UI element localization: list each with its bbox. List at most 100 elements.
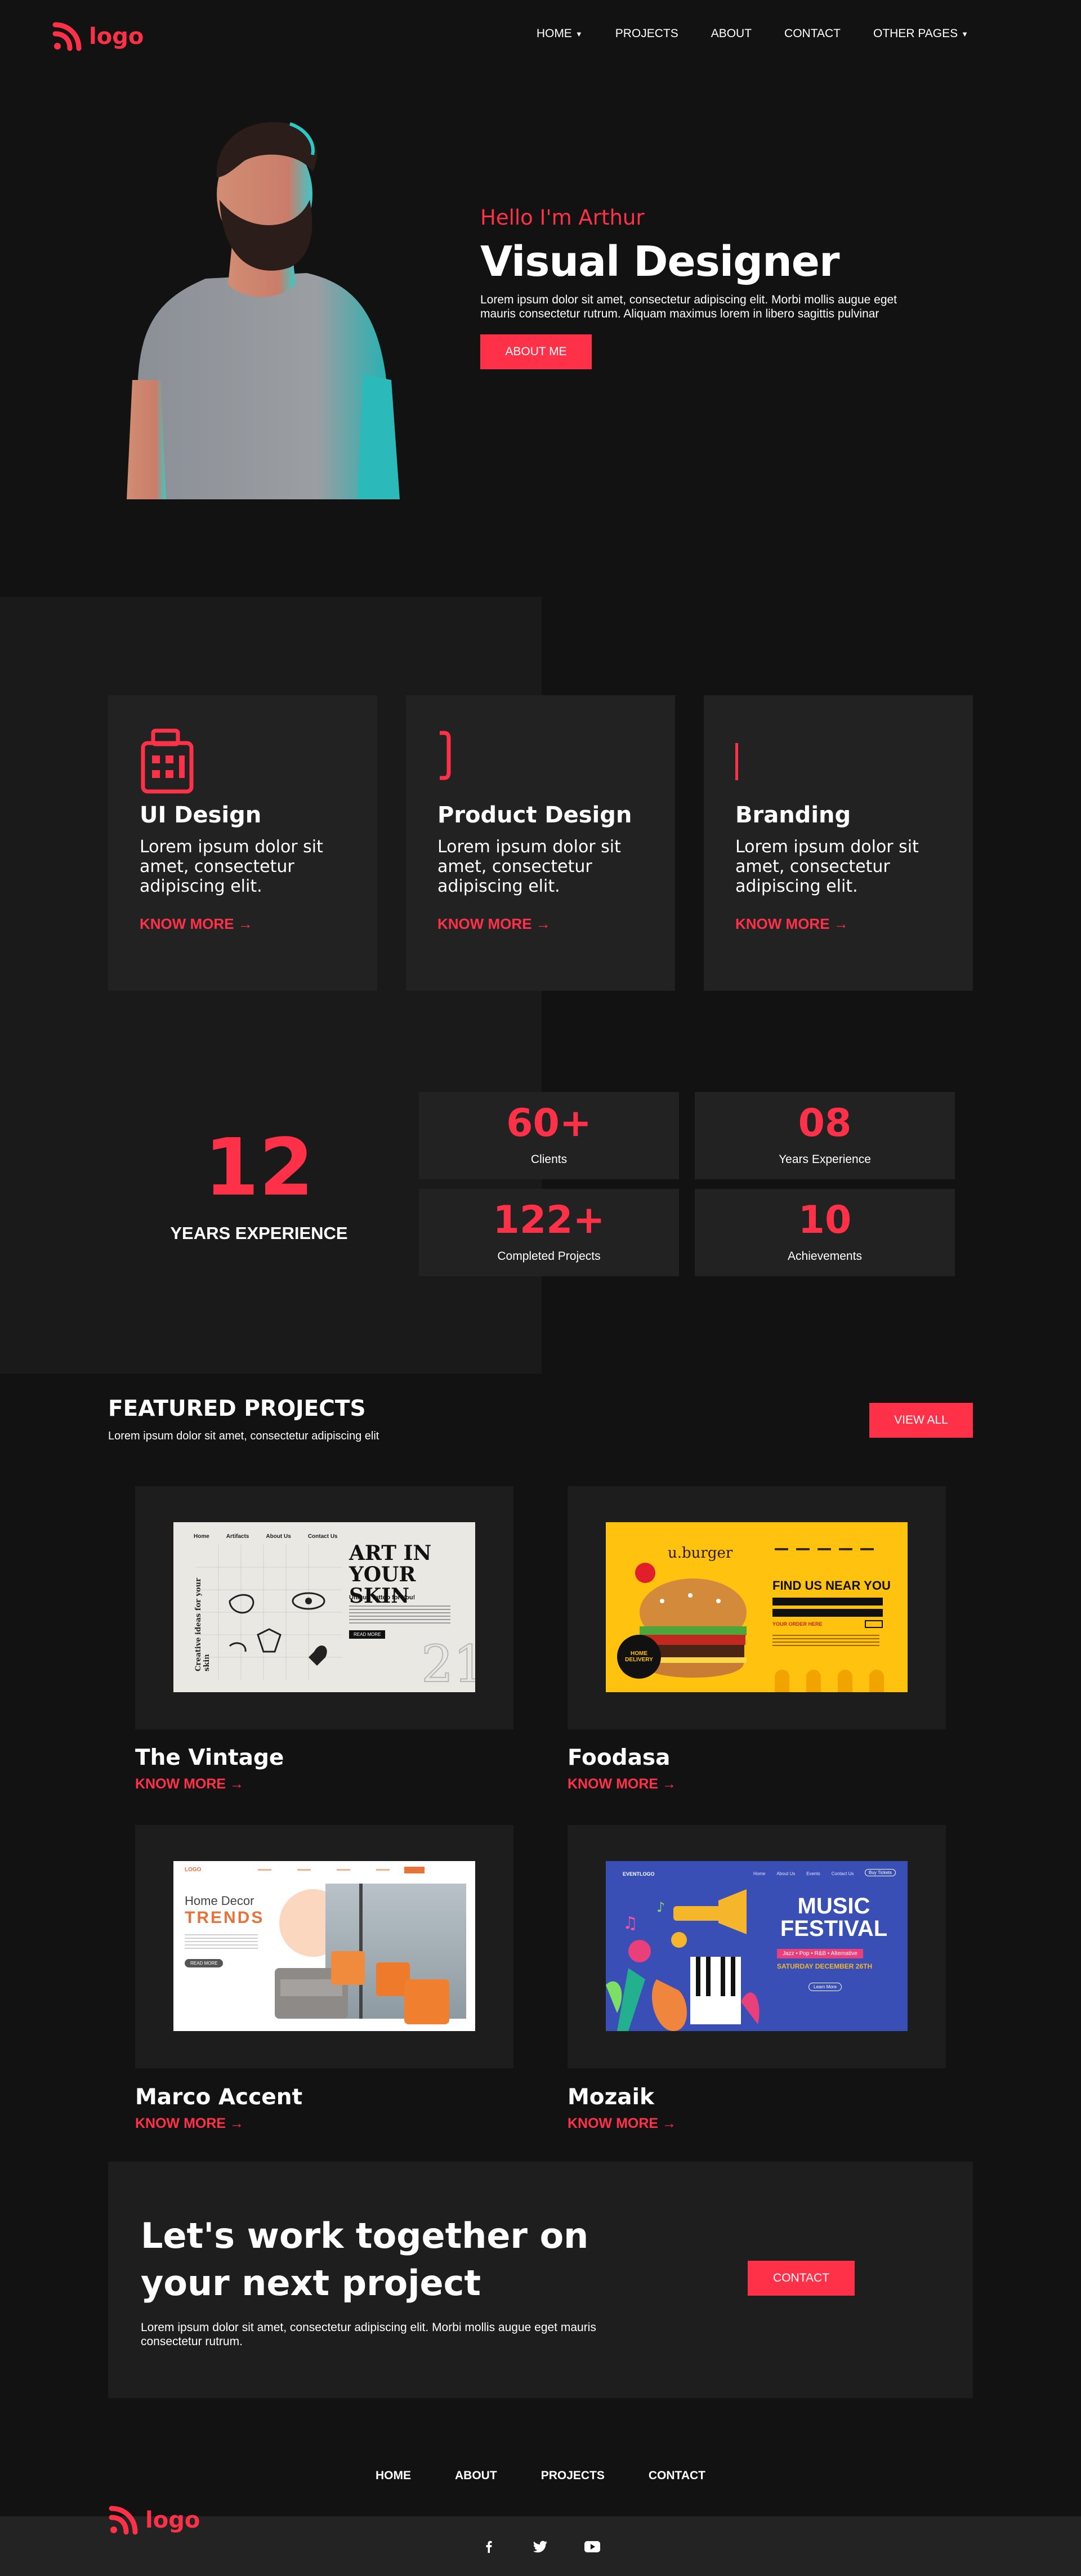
bracket-icon [437,726,644,794]
nav-contact-label: CONTACT [784,27,841,40]
nav-other-pages[interactable]: OTHER PAGES ▼ [873,27,968,41]
hero-portrait [127,122,400,499]
twitter-icon[interactable] [533,2539,548,2555]
thumb-nav [258,1869,390,1871]
thumb-button: READ MORE [349,1630,386,1639]
footer-link-contact[interactable]: CONTACT [649,2469,705,2483]
know-more-link[interactable]: KNOW MORE → [437,915,644,933]
nav-home-label: HOME [536,27,572,40]
service-description: Lorem ipsum dolor sit amet, consectetur … [437,837,621,896]
project-card-foodasa[interactable]: u.burger HOME DELIVERY FIND US NEAR YOU … [568,1486,946,1729]
hero-greeting: Hello I'm Arthur [480,205,645,230]
stat-label: Completed Projects [497,1250,601,1263]
footer-logo[interactable]: logo [108,2505,200,2535]
nav-projects-label: PROJECTS [615,27,678,40]
project-title: The Vintage [135,1745,284,1770]
project-card-marco-accent[interactable]: LOGO Home Decor TRENDS READ MORE [135,1825,513,2068]
thumb-text-lines [349,1605,450,1625]
service-title: UI Design [140,802,262,828]
thumb-input [772,1598,883,1605]
nav-about[interactable]: ABOUT [711,27,752,41]
calculator-icon [140,726,346,794]
thumb-line1: Home Decor [185,1894,254,1908]
stat-label: Clients [530,1153,568,1166]
svg-text:♪: ♪ [656,1899,665,1915]
know-more-link[interactable]: KNOW MORE → [568,2116,676,2132]
service-card-ui-design: UI Design Lorem ipsum dolor sit amet, co… [108,695,377,991]
thumb-button [404,1867,425,1873]
thumb-brand: EVENTLOGO [623,1871,655,1877]
thumb-heading: FIND US NEAR YOU [772,1578,891,1593]
instruments-icon: ♫ ♪ [606,1889,760,2031]
thumb-line2: TRENDS [185,1908,265,1927]
footer-link-about[interactable]: ABOUT [455,2469,497,2483]
thumb-text-lines [185,1934,258,1951]
experience-number: 12 [204,1122,314,1214]
project-title: Marco Accent [135,2085,303,2110]
stat-label: Achievements [788,1250,862,1263]
footer-link-projects[interactable]: PROJECTS [541,2469,605,2483]
cta-description: Lorem ipsum dolor sit amet, consectetur … [141,2321,596,2348]
thumb-cta: YOUR ORDER HERE [772,1621,823,1627]
thumb-learn-more: Learn More [808,1983,842,1991]
cta-title: Let's work together on your next project [141,2215,589,2304]
nav-contact[interactable]: CONTACT [784,27,841,41]
facebook-icon[interactable] [481,2539,497,2555]
thumb-brand: u.burger [668,1545,733,1562]
thumb-nav-item: Artifacts [226,1533,249,1540]
stat-value: 60+ [506,1101,592,1146]
thumb-nav-item: About Us [776,1871,796,1876]
project-title: Mozaik [568,2085,654,2110]
thumb-text-lines [772,1635,879,1648]
footer-nav: HOME ABOUT PROJECTS CONTACT [0,2469,1081,2483]
thumb-title: FESTIVAL [780,1916,888,1941]
stat-projects: 122+ Completed Projects [419,1189,679,1276]
project-thumbnail: u.burger HOME DELIVERY FIND US NEAR YOU … [606,1522,908,1692]
hero-description: Lorem ipsum dolor sit amet, consectetur … [480,293,897,320]
footer-link-home[interactable]: HOME [376,2469,411,2483]
thumb-brand: LOGO [185,1867,202,1873]
project-card-mozaik[interactable]: EVENTLOGO Home About Us Events Contact U… [568,1825,946,2068]
caret-down-icon: ▼ [961,29,968,38]
sofa-icon [275,1951,449,2024]
know-more-link[interactable]: KNOW MORE → [135,2116,244,2132]
contact-button[interactable]: CONTACT [748,2261,855,2296]
view-all-button[interactable]: VIEW ALL [869,1403,973,1438]
caret-down-icon: ▼ [575,29,583,38]
nav-home[interactable]: HOME ▼ [537,27,583,41]
thumb-nav-item: About Us [266,1533,291,1540]
logo-icon [109,2506,138,2535]
thumb-nav [775,1548,874,1550]
logo-text: logo [145,2507,200,2533]
service-description: Lorem ipsum dolor sit amet, consectetur … [735,837,919,896]
logo-icon [52,22,82,51]
about-me-button[interactable]: ABOUT ME [480,334,592,369]
thumb-genres: Jazz • Pop • R&B • Alternative [777,1949,863,1958]
line-icon [735,726,941,794]
know-more-link[interactable]: KNOW MORE → [140,915,346,933]
social-links [0,2539,1081,2555]
header-logo[interactable]: logo [52,21,144,52]
thumb-badge: HOME DELIVERY [617,1635,661,1679]
thumb-button: Buy Tickets [865,1869,896,1876]
site-header: logo HOME ▼ PROJECTS ABOUT CONTACT OTHER … [0,0,1081,73]
project-thumbnail: Home Artifacts About Us Contact Us Creat… [173,1522,475,1692]
nav-projects[interactable]: PROJECTS [615,27,678,41]
youtube-icon[interactable] [584,2539,600,2555]
thumb-read-more: READ MORE [185,1959,224,1967]
thumb-nav-item: Events [806,1871,820,1876]
thumb-nav-item: Home [194,1533,209,1540]
service-title: Branding [735,802,851,828]
stat-clients: 60+ Clients [419,1092,679,1179]
know-more-link[interactable]: KNOW MORE → [735,915,941,933]
project-card-vintage[interactable]: Home Artifacts About Us Contact Us Creat… [135,1486,513,1729]
know-more-link[interactable]: KNOW MORE → [568,1776,676,1792]
thumb-title: MUSIC [797,1894,870,1918]
stat-label: Years Experience [779,1153,871,1166]
thumb-date: SATURDAY DECEMBER 26TH [777,1962,873,1970]
know-more-link[interactable]: KNOW MORE → [135,1776,244,1792]
svg-text:♫: ♫ [623,1913,638,1933]
stat-value: 122+ [493,1198,605,1242]
stat-years: 08 Years Experience [695,1092,955,1179]
logo-text: logo [89,24,144,50]
